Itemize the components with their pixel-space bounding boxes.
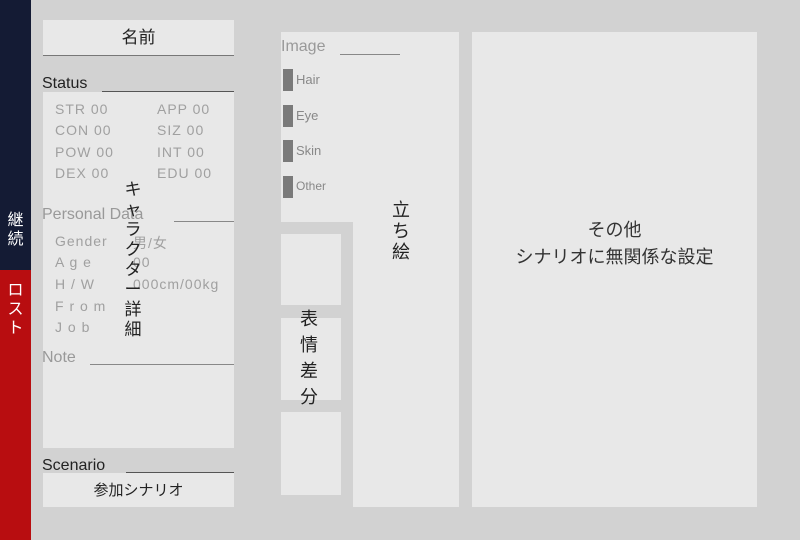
lost-tab-label: ロ ス ト bbox=[7, 280, 24, 337]
height-weight-label: H / W bbox=[55, 276, 95, 292]
stat-dex: DEX 00 bbox=[55, 165, 110, 181]
stat-pow: POW 00 bbox=[55, 144, 114, 160]
other-swatch[interactable] bbox=[283, 176, 293, 198]
skin-label: Skin bbox=[296, 143, 322, 158]
skin-swatch[interactable] bbox=[283, 140, 293, 162]
stat-int: INT 00 bbox=[157, 144, 205, 160]
from-label: F r o m bbox=[55, 298, 107, 314]
image-underline bbox=[340, 54, 400, 55]
standing-image-label: 立 ち 絵 bbox=[392, 200, 410, 263]
continue-tab-label: 継 続 bbox=[7, 210, 24, 248]
note-underline bbox=[90, 364, 234, 365]
other-title: その他 bbox=[587, 220, 642, 241]
gender-label: Gender bbox=[55, 233, 108, 249]
expression-slot-1[interactable] bbox=[281, 234, 341, 305]
expression-slot-3[interactable] bbox=[281, 412, 341, 495]
other-settings-panel[interactable] bbox=[472, 32, 757, 507]
character-detail-label: キ ャ ラ ク タ ー 詳 細 bbox=[124, 180, 142, 340]
other-color-label: Other bbox=[296, 179, 327, 193]
note-title: Note bbox=[42, 349, 76, 366]
stat-siz: SIZ 00 bbox=[157, 122, 205, 138]
eye-label: Eye bbox=[296, 108, 319, 123]
job-label: J o b bbox=[55, 319, 91, 335]
eye-swatch[interactable] bbox=[283, 105, 293, 127]
stat-app: APP 00 bbox=[157, 101, 211, 117]
personal-data-underline bbox=[174, 221, 234, 222]
scenario-field[interactable]: 参加シナリオ bbox=[43, 473, 234, 507]
stat-str: STR 00 bbox=[55, 101, 109, 117]
hair-label: Hair bbox=[296, 72, 320, 87]
other-description: シナリオに無関係な設定 bbox=[515, 247, 714, 268]
height-weight-value: 000cm/00kg bbox=[133, 276, 220, 292]
age-label: A g e bbox=[55, 254, 92, 270]
stat-con: CON 00 bbox=[55, 122, 112, 138]
expression-variant-label: 表 情 差 分 bbox=[300, 309, 318, 408]
image-title: Image bbox=[281, 38, 326, 55]
name-field[interactable]: 名前 bbox=[43, 20, 234, 56]
standing-image-panel[interactable] bbox=[353, 32, 459, 507]
status-title: Status bbox=[42, 75, 88, 92]
stat-edu: EDU 00 bbox=[157, 165, 213, 181]
hair-swatch[interactable] bbox=[283, 69, 293, 91]
